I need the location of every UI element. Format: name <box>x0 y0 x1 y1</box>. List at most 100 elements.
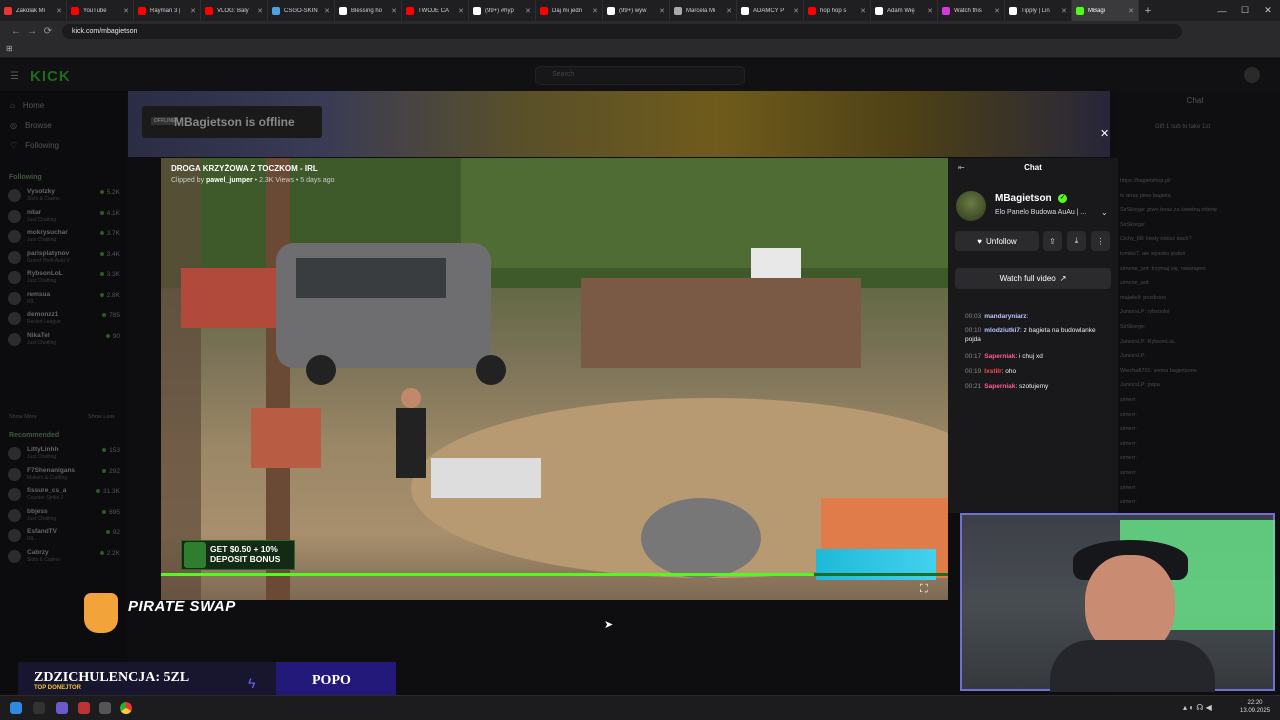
watch-full-video-button[interactable]: Watch full video ↗ <box>955 268 1111 289</box>
download-button[interactable]: ⤓ <box>1067 231 1086 251</box>
maximize-button[interactable]: ☐ <box>1233 0 1257 21</box>
sidebar-channel-item[interactable]: mokrysuchar Just Chatting 3.7K <box>8 227 120 247</box>
clipper-link[interactable]: pawel_jumper <box>206 177 253 184</box>
browser-tab[interactable]: Watch this ✕ <box>938 0 1005 21</box>
sidebar-item-following[interactable]: ♡ Following <box>10 141 59 150</box>
browser-tab[interactable]: ADAMCY P ✕ <box>737 0 804 21</box>
close-tab-icon[interactable]: ✕ <box>190 7 196 15</box>
sidebar-channel-item[interactable]: Cabrzy Slots & Casino 2.2K <box>8 547 120 567</box>
chat-username[interactable]: Saperniak <box>984 353 1015 360</box>
search-input[interactable]: Search <box>535 66 745 85</box>
close-window-button[interactable]: ✕ <box>1256 0 1280 21</box>
close-tab-icon[interactable]: ✕ <box>458 7 464 15</box>
avatar <box>8 189 21 202</box>
close-tab-icon[interactable]: ✕ <box>1128 7 1134 15</box>
browser-tab[interactable]: Daj mi jedn ✕ <box>536 0 603 21</box>
channel-avatar[interactable] <box>956 191 986 221</box>
chat-username[interactable]: mandaryniarz <box>984 313 1026 320</box>
close-tab-icon[interactable]: ✕ <box>994 7 1000 15</box>
close-tab-icon[interactable]: ✕ <box>56 7 62 15</box>
browser-tab[interactable]: hop hop s ✕ <box>804 0 871 21</box>
sidebar-channel-item[interactable]: parisplatynov Grand Theft Auto V 3.4K <box>8 248 120 268</box>
apps-icon[interactable]: ⊞ <box>6 44 13 53</box>
discord-icon[interactable] <box>56 702 68 714</box>
minimize-button[interactable]: — <box>1210 0 1234 21</box>
sidebar-channel-item[interactable]: nitar Just Chatting 4.1K <box>8 207 120 227</box>
close-tab-icon[interactable]: ✕ <box>391 7 397 15</box>
close-tab-icon[interactable]: ✕ <box>793 7 799 15</box>
sidebar-channel-item[interactable]: F7Shenanigans Makers & Crafting 292 <box>8 465 120 485</box>
show-less-link[interactable]: Show Less <box>88 414 115 420</box>
back-icon[interactable]: ← <box>8 26 24 37</box>
close-tab-icon[interactable]: ✕ <box>1061 7 1067 15</box>
chrome-icon[interactable] <box>120 702 132 714</box>
browser-tab[interactable]: Rayman 3 | ✕ <box>134 0 201 21</box>
chat-username[interactable]: Saperniak <box>984 383 1015 390</box>
sidebar-channel-item[interactable]: NikaTel Just Chatting 90 <box>8 330 120 350</box>
channel-name: parisplatynov <box>27 249 70 257</box>
forward-icon[interactable]: → <box>24 26 40 37</box>
chat-username[interactable]: mlodziutki7 <box>984 327 1020 334</box>
chat-username[interactable]: Ixstilr <box>984 368 1001 375</box>
browser-tab[interactable]: Blessing ho ✕ <box>335 0 402 21</box>
unfollow-button[interactable]: ♥ Unfollow <box>955 231 1039 251</box>
browser-tab[interactable]: Zakolak Mi ✕ <box>0 0 67 21</box>
close-icon[interactable]: ✕ <box>1100 127 1109 140</box>
tray-icons[interactable]: ▴ ◐ ☊ ◀ <box>1183 703 1212 712</box>
tab-label: ADAMCY P <box>753 7 785 14</box>
browser-tab[interactable]: YouTube ✕ <box>67 0 134 21</box>
sidebar-channel-item[interactable]: bbjess Just Chatting 695 <box>8 506 120 526</box>
browser-tab[interactable]: (99+) #hyp ✕ <box>469 0 536 21</box>
close-tab-icon[interactable]: ✕ <box>592 7 598 15</box>
start-icon[interactable] <box>10 702 22 714</box>
sidebar-channel-item[interactable]: remsua IRL 2.8K <box>8 289 120 309</box>
gift-sub-banner[interactable]: Gift 1 sub to take 1st <box>1155 124 1210 130</box>
kick-logo[interactable]: KICK <box>30 68 71 85</box>
browser-tab[interactable]: Adam Wię ✕ <box>871 0 938 21</box>
avatar[interactable] <box>1244 67 1260 83</box>
new-tab-button[interactable]: + <box>1139 5 1157 17</box>
sidebar-channel-item[interactable]: fissure_cs_a Counter-Strike 2 31.3K <box>8 485 120 505</box>
browser-tab[interactable]: TWOJE CA ✕ <box>402 0 469 21</box>
url-field[interactable]: kick.com/mbagietson <box>62 23 1182 39</box>
browser-tab[interactable]: VLOG: Baly ✕ <box>201 0 268 21</box>
channel-name: remsua <box>27 290 51 298</box>
app-icon[interactable] <box>99 702 111 714</box>
close-tab-icon[interactable]: ✕ <box>860 7 866 15</box>
sidebar-channel-item[interactable]: RybsonLoL Just Chatting 3.3K <box>8 268 120 288</box>
system-clock[interactable]: 22:20 13.09.2025 <box>1240 699 1270 715</box>
browser-tab[interactable]: CSGO-SKIN ✕ <box>268 0 335 21</box>
close-tab-icon[interactable]: ✕ <box>927 7 933 15</box>
viewer-count: 3.4K <box>100 251 120 258</box>
search-taskbar-icon[interactable] <box>33 702 45 714</box>
browser-tab[interactable]: (99+) wyw ✕ <box>603 0 670 21</box>
reload-icon[interactable]: ⟳ <box>40 26 56 37</box>
channel-name[interactable]: MBagietson <box>995 193 1052 204</box>
sidebar-channel-item[interactable]: LittyLinhh Just Chatting 153 <box>8 444 120 464</box>
avatar <box>8 529 21 542</box>
browser-tab[interactable]: MBagi ✕ <box>1072 0 1139 21</box>
more-options-button[interactable]: ⋮ <box>1091 231 1110 251</box>
menu-icon[interactable]: ☰ <box>10 71 19 82</box>
close-tab-icon[interactable]: ✕ <box>525 7 531 15</box>
browser-tab[interactable]: Tipply | Lin ✕ <box>1005 0 1072 21</box>
collapse-chat-icon[interactable]: ⇤ <box>958 163 965 172</box>
sidebar-channel-item[interactable]: Vysotzky Slots & Casino 5.2K <box>8 186 120 206</box>
sidebar-item-home[interactable]: ⌂ Home <box>10 101 44 110</box>
show-more-link[interactable]: Show More <box>9 414 37 420</box>
close-tab-icon[interactable]: ✕ <box>659 7 665 15</box>
close-tab-icon[interactable]: ✕ <box>726 7 732 15</box>
sidebar-channel-item[interactable]: EsfandTV IRL 92 <box>8 526 120 546</box>
close-tab-icon[interactable]: ✕ <box>123 7 129 15</box>
share-button[interactable]: ⇪ <box>1043 231 1062 251</box>
browser-tab[interactable]: Marcela Mi ✕ <box>670 0 737 21</box>
close-tab-icon[interactable]: ✕ <box>324 7 330 15</box>
chevron-down-icon[interactable]: ⌄ <box>1101 208 1108 217</box>
clip-video-player[interactable] <box>161 158 948 600</box>
fullscreen-icon[interactable]: ⛶ <box>920 583 928 596</box>
pirate-swap-logo: PIRATE SWAP <box>128 598 236 615</box>
sidebar-channel-item[interactable]: demonzz1 Rocket League 785 <box>8 309 120 329</box>
close-tab-icon[interactable]: ✕ <box>257 7 263 15</box>
sidebar-item-browse[interactable]: ◎ Browse <box>10 121 52 130</box>
app-icon[interactable] <box>78 702 90 714</box>
